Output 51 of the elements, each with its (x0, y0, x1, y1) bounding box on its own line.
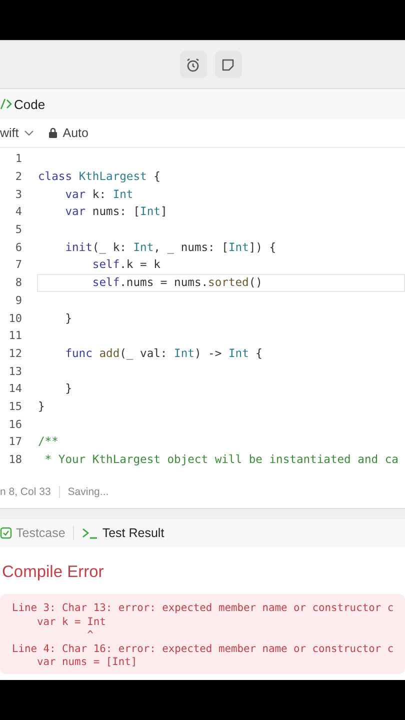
compile-error-heading: Compile Error (1, 563, 105, 582)
line-number: 4 (14, 205, 22, 218)
code-text: } (38, 400, 45, 413)
error-text: ^ (86, 629, 94, 643)
cursor-position: n 8, Col 33 (0, 486, 51, 498)
auto-mode-button[interactable]: Auto (48, 126, 88, 140)
code-text: var k: Int (64, 188, 134, 201)
code-text: } (64, 312, 72, 325)
code-text: func add(_ val: Int) -> Int { (64, 346, 262, 360)
code-text: self.k = k (91, 258, 160, 272)
code-text: var nums: [Int] (64, 205, 168, 218)
line-number: 10 (8, 312, 22, 325)
code-text: /** (38, 435, 58, 448)
line-number: 2 (14, 170, 22, 184)
terminal-icon (82, 527, 98, 540)
alarm-clock-button[interactable] (180, 51, 206, 78)
code-text: } (64, 382, 72, 396)
error-text: var k = Int (36, 616, 107, 630)
line-number: 15 (8, 400, 22, 413)
line-number: 18 (8, 453, 22, 466)
alarm-clock-icon (185, 56, 201, 72)
note-button[interactable] (214, 51, 242, 78)
checkbox-icon (0, 527, 12, 540)
code-text: self.nums = nums.sorted() (91, 276, 262, 290)
note-icon (220, 56, 236, 72)
line-number: 5 (14, 223, 22, 236)
line-number: 13 (8, 364, 22, 378)
line-number: 1 (14, 152, 22, 166)
chevron-down-icon (24, 130, 34, 136)
line-number: 16 (8, 418, 22, 431)
line-number: 8 (14, 276, 22, 290)
line-number: 3 (14, 188, 22, 201)
code-text: init(_ k: Int, _ nums: [Int]) { (64, 240, 276, 254)
line-number: 7 (14, 258, 22, 272)
save-status: Saving... (68, 486, 109, 498)
panel-tab[interactable]: Test Result (82, 526, 164, 540)
line-number: 11 (8, 329, 22, 342)
panel-title: Code (14, 96, 46, 112)
line-number: 12 (8, 346, 22, 360)
error-text: var nums = [Int] (36, 656, 138, 670)
error-text: Line 4: Char 16: error: expected member name or constructor c (12, 642, 395, 656)
line-number: 17 (8, 435, 22, 448)
line-number: 14 (8, 382, 22, 396)
lock-icon (48, 127, 58, 139)
line-number: 9 (14, 294, 22, 307)
code-icon (0, 97, 12, 111)
code-text: * Your KthLargest object will be instantiated and ca (44, 453, 398, 466)
line-number: 6 (14, 240, 22, 254)
language-dropdown[interactable]: wift (0, 126, 34, 140)
error-text: Line 3: Char 13: error: expected member name or constructor c (12, 602, 395, 616)
code-text: class KthLargest { (38, 170, 160, 184)
